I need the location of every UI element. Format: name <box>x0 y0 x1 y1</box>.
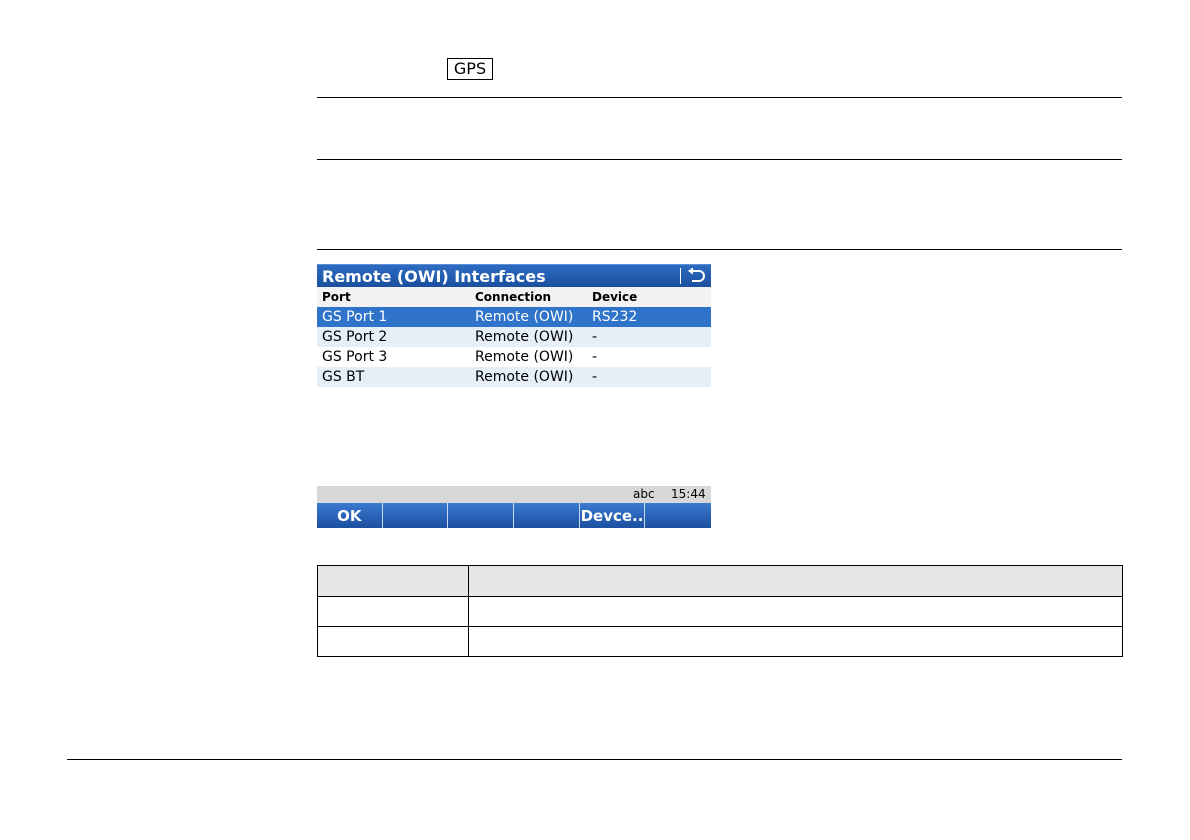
screen-title: Remote (OWI) Interfaces <box>322 266 546 286</box>
table-cell <box>468 596 1123 627</box>
device-cell: - <box>592 369 598 385</box>
table-cell <box>468 626 1123 657</box>
divider <box>317 159 1122 160</box>
table-row <box>317 596 1123 627</box>
gps-badge: GPS <box>447 58 493 80</box>
port-cell: GS Port 2 <box>322 329 388 345</box>
port-cell: GS BT <box>322 369 365 385</box>
connection-cell: Remote (OWI) <box>475 349 574 365</box>
table-row[interactable]: GS BT Remote (OWI) - <box>317 367 711 387</box>
connection-cell: Remote (OWI) <box>475 309 574 325</box>
back-arrow-icon[interactable] <box>685 266 707 286</box>
description-table <box>317 565 1123 657</box>
table-row[interactable]: GS Port 3 Remote (OWI) - <box>317 347 711 367</box>
fkey-2-button[interactable] <box>383 503 449 528</box>
fkey-3-button[interactable] <box>448 503 515 528</box>
ok-button[interactable]: OK <box>317 503 383 528</box>
table-header-row <box>317 565 1123 597</box>
table-header: Port Connection Device <box>317 287 711 307</box>
divider <box>317 97 1122 98</box>
screen-titlebar: Remote (OWI) Interfaces <box>317 264 711 287</box>
column-port: Port <box>322 290 351 304</box>
fkey-6-button[interactable] <box>645 503 711 528</box>
device-cell: - <box>592 329 598 345</box>
clock: 15:44 <box>671 487 706 501</box>
titlebar-separator <box>680 268 681 284</box>
table-cell <box>317 596 469 627</box>
divider <box>317 249 1122 250</box>
column-connection: Connection <box>475 290 552 304</box>
fkey-4-button[interactable] <box>514 503 580 528</box>
table-row <box>317 626 1123 657</box>
connection-cell: Remote (OWI) <box>475 329 574 345</box>
input-mode-indicator: abc <box>633 487 655 501</box>
device-button[interactable]: Devce.. <box>580 503 646 528</box>
column-device: Device <box>592 290 638 304</box>
port-cell: GS Port 3 <box>322 349 388 365</box>
table-row[interactable]: GS Port 1 Remote (OWI) RS232 <box>317 307 711 327</box>
connection-cell: Remote (OWI) <box>475 369 574 385</box>
function-key-bar: OK Devce.. <box>317 503 711 528</box>
port-cell: GS Port 1 <box>322 309 388 325</box>
table-row[interactable]: GS Port 2 Remote (OWI) - <box>317 327 711 347</box>
device-screen: Remote (OWI) Interfaces Port Connection … <box>317 264 711 387</box>
table-cell <box>468 565 1123 597</box>
device-cell: - <box>592 349 598 365</box>
status-bar: abc 15:44 <box>317 486 711 503</box>
table-cell <box>317 626 469 657</box>
footer-divider <box>67 759 1122 760</box>
table-cell <box>317 565 469 597</box>
device-cell: RS232 <box>592 309 638 325</box>
